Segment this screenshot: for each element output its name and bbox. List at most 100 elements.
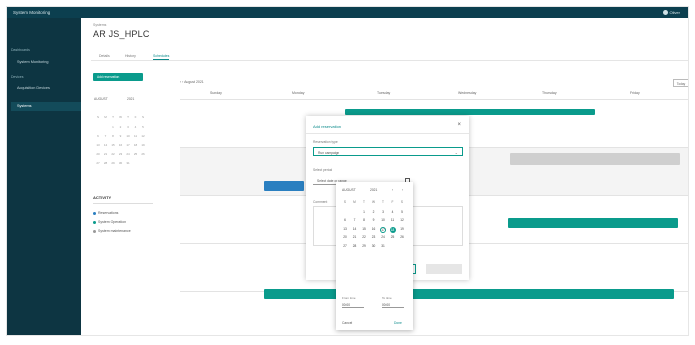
picker-prev-icon[interactable]: ‹ — [392, 188, 393, 192]
picker-day[interactable]: 22 — [360, 235, 368, 239]
picker-day[interactable]: 1 — [360, 210, 368, 214]
picker-cancel-button[interactable]: Cancel — [342, 321, 352, 325]
mini-day[interactable]: 27 — [95, 161, 101, 165]
tab-details[interactable]: Details — [99, 54, 110, 58]
mini-day[interactable]: 13 — [95, 143, 101, 147]
mini-day[interactable]: 11 — [133, 134, 139, 138]
mini-calendar-month[interactable]: AUGUST — [94, 97, 108, 101]
picker-day[interactable]: 15 — [360, 227, 368, 231]
user-avatar[interactable] — [663, 10, 668, 15]
picker-day[interactable]: 20 — [341, 235, 349, 239]
picker-day[interactable]: 27 — [341, 244, 349, 248]
mini-day[interactable]: 4 — [133, 125, 139, 129]
picker-next-icon[interactable]: › — [402, 188, 403, 192]
mini-day[interactable]: 21 — [103, 152, 109, 156]
picker-day[interactable]: 30 — [370, 244, 378, 248]
picker-day[interactable]: 26 — [398, 235, 406, 239]
picker-weekday-header: W — [371, 200, 375, 204]
picker-day[interactable]: 13 — [341, 227, 349, 231]
mini-day[interactable]: 29 — [110, 161, 116, 165]
picker-day[interactable]: 18 — [389, 226, 396, 233]
weekday-wednesday: Wednesday — [458, 91, 477, 95]
mini-day[interactable]: 12 — [140, 134, 146, 138]
mini-day[interactable]: 24 — [125, 152, 131, 156]
tab-history[interactable]: History — [125, 54, 136, 58]
dialog-confirm-button[interactable] — [426, 264, 462, 274]
mini-day[interactable]: 31 — [125, 161, 131, 165]
mini-day[interactable]: 2 — [118, 125, 124, 129]
picker-day[interactable]: 19 — [398, 227, 406, 231]
sidebar-section-dashboards: Dashboards — [11, 48, 30, 52]
picker-done-button[interactable]: Done — [394, 321, 402, 325]
mini-day[interactable]: 3 — [125, 125, 131, 129]
calendar-event[interactable] — [508, 218, 678, 228]
weekday-friday: Friday — [630, 91, 640, 95]
mini-day[interactable]: 7 — [103, 134, 109, 138]
close-icon[interactable]: × — [457, 122, 461, 128]
mini-day[interactable]: 23 — [118, 152, 124, 156]
mini-calendar-year[interactable]: 2021 — [127, 97, 134, 101]
picker-day[interactable]: 7 — [351, 218, 359, 222]
calendar-event[interactable] — [510, 153, 680, 165]
picker-day[interactable]: 29 — [360, 244, 368, 248]
picker-day[interactable]: 25 — [389, 235, 397, 239]
mini-day[interactable]: 15 — [110, 143, 116, 147]
picker-day[interactable]: 17 — [380, 226, 386, 233]
to-time-input[interactable]: 00:00 — [382, 303, 404, 308]
picker-day[interactable]: 8 — [360, 218, 368, 222]
picker-day[interactable]: 6 — [341, 218, 349, 222]
mini-day[interactable]: 6 — [95, 134, 101, 138]
mini-day[interactable]: 28 — [103, 161, 109, 165]
calendar-event[interactable] — [264, 289, 674, 299]
mini-day[interactable]: 20 — [95, 152, 101, 156]
mini-day[interactable]: 16 — [118, 143, 124, 147]
period-label: Select period — [313, 168, 333, 172]
legend-system-operation-dot — [93, 220, 96, 224]
sidebar-item-systems[interactable]: Systems — [11, 102, 81, 111]
mini-day[interactable]: 9 — [118, 134, 124, 138]
picker-day[interactable]: 14 — [351, 227, 359, 231]
picker-day[interactable]: 21 — [351, 235, 359, 239]
mini-day[interactable]: 17 — [125, 143, 131, 147]
mini-day[interactable]: 19 — [140, 143, 146, 147]
picker-weekday-header: S — [400, 200, 404, 204]
picker-day[interactable]: 9 — [370, 218, 378, 222]
mini-day[interactable]: 26 — [140, 152, 146, 156]
mini-day[interactable]: 25 — [133, 152, 139, 156]
mini-day[interactable]: 8 — [110, 134, 116, 138]
sidebar-item-system-monitoring[interactable]: System Monitoring — [17, 60, 48, 64]
picker-month-select[interactable]: AUGUST — [342, 188, 356, 192]
picker-day[interactable]: 31 — [379, 244, 387, 248]
picker-year-select[interactable]: 2021 — [370, 188, 377, 192]
calendar-event[interactable] — [264, 181, 304, 191]
mini-day[interactable]: 1 — [110, 125, 116, 129]
picker-day[interactable]: 5 — [398, 210, 406, 214]
picker-day[interactable]: 10 — [379, 218, 387, 222]
mini-day[interactable]: 5 — [140, 125, 146, 129]
mini-day[interactable]: 14 — [103, 143, 109, 147]
picker-day[interactable]: 11 — [389, 218, 397, 222]
reservation-type-select[interactable]: Run campaign ⌄ — [313, 147, 463, 156]
mini-day[interactable]: 18 — [133, 143, 139, 147]
mini-day[interactable]: 22 — [110, 152, 116, 156]
picker-day[interactable]: 24 — [379, 235, 387, 239]
sidebar-item-acquisition-devices[interactable]: Acquisition Devices — [17, 86, 57, 90]
mini-day[interactable]: 10 — [125, 134, 131, 138]
picker-day[interactable]: 16 — [370, 227, 378, 231]
picker-day[interactable]: 28 — [351, 244, 359, 248]
mini-weekday-header: M — [104, 115, 107, 119]
picker-day[interactable]: 4 — [389, 210, 397, 214]
calendar-event[interactable] — [345, 109, 595, 115]
breadcrumb[interactable]: Systems — [93, 23, 106, 27]
from-time-input[interactable]: 00:00 — [342, 303, 364, 308]
picker-weekday-header: M — [353, 200, 356, 204]
picker-day[interactable]: 3 — [379, 210, 387, 214]
picker-day[interactable]: 2 — [370, 210, 378, 214]
user-name[interactable]: Oliver — [670, 10, 680, 15]
picker-day[interactable]: 12 — [398, 218, 406, 222]
picker-day[interactable]: 23 — [370, 235, 378, 239]
mini-day[interactable]: 30 — [118, 161, 124, 165]
add-reservation-button[interactable]: Add reservation — [93, 73, 143, 81]
calendar-nav[interactable]: ‹ › August 2021 — [180, 80, 204, 84]
today-button[interactable]: Today — [673, 79, 688, 87]
